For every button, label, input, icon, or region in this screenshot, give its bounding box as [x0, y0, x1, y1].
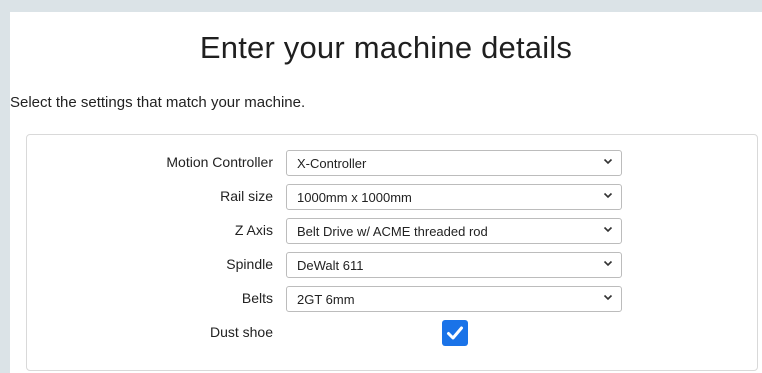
z-axis-value: Belt Drive w/ ACME threaded rod — [297, 224, 488, 239]
spindle-row: Spindle DeWalt 611 — [27, 252, 759, 278]
z-axis-row: Z Axis Belt Drive w/ ACME threaded rod — [27, 218, 759, 244]
motion-controller-row: Motion Controller X-Controller — [27, 150, 759, 176]
spindle-label: Spindle — [226, 256, 273, 272]
rail-size-select[interactable]: 1000mm x 1000mm — [286, 184, 622, 210]
page-title: Enter your machine details — [199, 30, 573, 65]
chevron-down-icon — [603, 260, 613, 267]
machine-details-panel: Enter your machine details Select the se… — [10, 12, 762, 373]
rail-size-value: 1000mm x 1000mm — [297, 190, 412, 205]
chevron-down-icon — [603, 158, 613, 165]
belts-select[interactable]: 2GT 6mm — [286, 286, 622, 312]
motion-controller-value: X-Controller — [297, 156, 367, 171]
page-subtitle: Select the settings that match your mach… — [10, 94, 306, 111]
chevron-down-icon — [603, 294, 613, 301]
z-axis-select[interactable]: Belt Drive w/ ACME threaded rod — [286, 218, 622, 244]
motion-controller-label: Motion Controller — [166, 154, 273, 170]
dust-shoe-row: Dust shoe — [27, 320, 759, 346]
checkmark-icon — [447, 326, 463, 340]
belts-value: 2GT 6mm — [297, 292, 355, 307]
belts-row: Belts 2GT 6mm — [27, 286, 759, 312]
dust-shoe-checkbox[interactable] — [442, 320, 468, 346]
rail-size-row: Rail size 1000mm x 1000mm — [27, 184, 759, 210]
chevron-down-icon — [603, 226, 613, 233]
dust-shoe-label: Dust shoe — [209, 324, 273, 340]
motion-controller-select[interactable]: X-Controller — [286, 150, 622, 176]
rail-size-label: Rail size — [220, 188, 273, 204]
spindle-value: DeWalt 611 — [297, 258, 364, 273]
chevron-down-icon — [603, 192, 613, 199]
belts-label: Belts — [241, 290, 273, 306]
z-axis-label: Z Axis — [234, 222, 273, 238]
machine-settings-form: Motion Controller X-Controller Rail size… — [26, 134, 758, 371]
spindle-select[interactable]: DeWalt 611 — [286, 252, 622, 278]
